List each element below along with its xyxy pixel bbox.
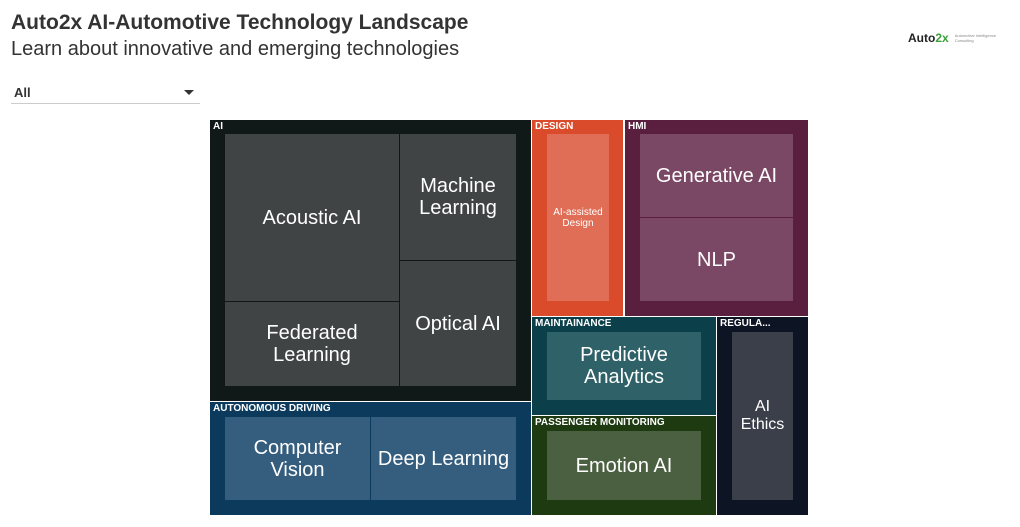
treemap-tile-generative-ai[interactable]: Generative AI xyxy=(640,134,793,217)
tile-label: AI-assisted Design xyxy=(553,206,603,229)
category-filter-dropdown[interactable]: All xyxy=(11,82,200,104)
treemap-tile-ai-ethics[interactable]: AI Ethics xyxy=(732,332,793,500)
treemap-tile-ai-assisted-design[interactable]: AI-assisted Design xyxy=(547,134,609,301)
logo-mark: Auto2x xyxy=(908,31,949,45)
group-label: AI xyxy=(213,121,223,132)
group-label: MAINTAINANCE xyxy=(535,318,612,329)
tile-label: Machine Learning xyxy=(419,175,497,219)
group-label: PASSENGER MONITORING xyxy=(535,417,665,428)
treemap-tile-acoustic-ai[interactable]: Acoustic AI xyxy=(225,134,399,301)
page-title: Auto2x AI-Automotive Technology Landscap… xyxy=(11,11,469,34)
logo-tagline: Automotive Intelligence Consulting xyxy=(954,33,997,43)
tile-label: Deep Learning xyxy=(377,447,510,470)
tile-label: Generative AI xyxy=(655,164,778,187)
chevron-down-icon xyxy=(184,90,194,95)
auto2x-logo: Auto2x Automotive Intelligence Consultin… xyxy=(908,31,999,45)
tile-label: Acoustic AI xyxy=(262,206,362,229)
treemap-tile-predictive-analytics[interactable]: Predictive Analytics xyxy=(547,332,701,400)
treemap-tile-computer-vision[interactable]: Computer Vision xyxy=(225,417,370,500)
treemap-tile-deep-learning[interactable]: Deep Learning xyxy=(371,417,516,500)
tile-label: Optical AI xyxy=(415,312,501,335)
group-label: DESIGN xyxy=(535,121,574,132)
group-label: HMI xyxy=(628,121,647,132)
treemap-tile-optical-ai[interactable]: Optical AI xyxy=(400,261,516,386)
treemap-tile-machine-learning[interactable]: Machine Learning xyxy=(400,134,516,260)
tile-label: Federated Learning xyxy=(266,322,358,366)
group-label: AUTONOMOUS DRIVING xyxy=(213,403,331,414)
page-subtitle: Learn about innovative and emerging tech… xyxy=(11,38,460,60)
tile-label: Emotion AI xyxy=(575,454,673,477)
tile-label: Computer Vision xyxy=(253,436,342,481)
group-label: REGULA... xyxy=(720,318,771,329)
tile-label: AI Ethics xyxy=(740,398,785,433)
treemap-tile-nlp[interactable]: NLP xyxy=(640,218,793,301)
tile-label: NLP xyxy=(697,248,736,271)
treemap-tile-federated-learning[interactable]: Federated Learning xyxy=(225,302,399,386)
treemap-tile-emotion-ai[interactable]: Emotion AI xyxy=(547,431,701,500)
tile-label: Predictive Analytics xyxy=(580,344,668,388)
filter-selected-value: All xyxy=(14,85,31,100)
